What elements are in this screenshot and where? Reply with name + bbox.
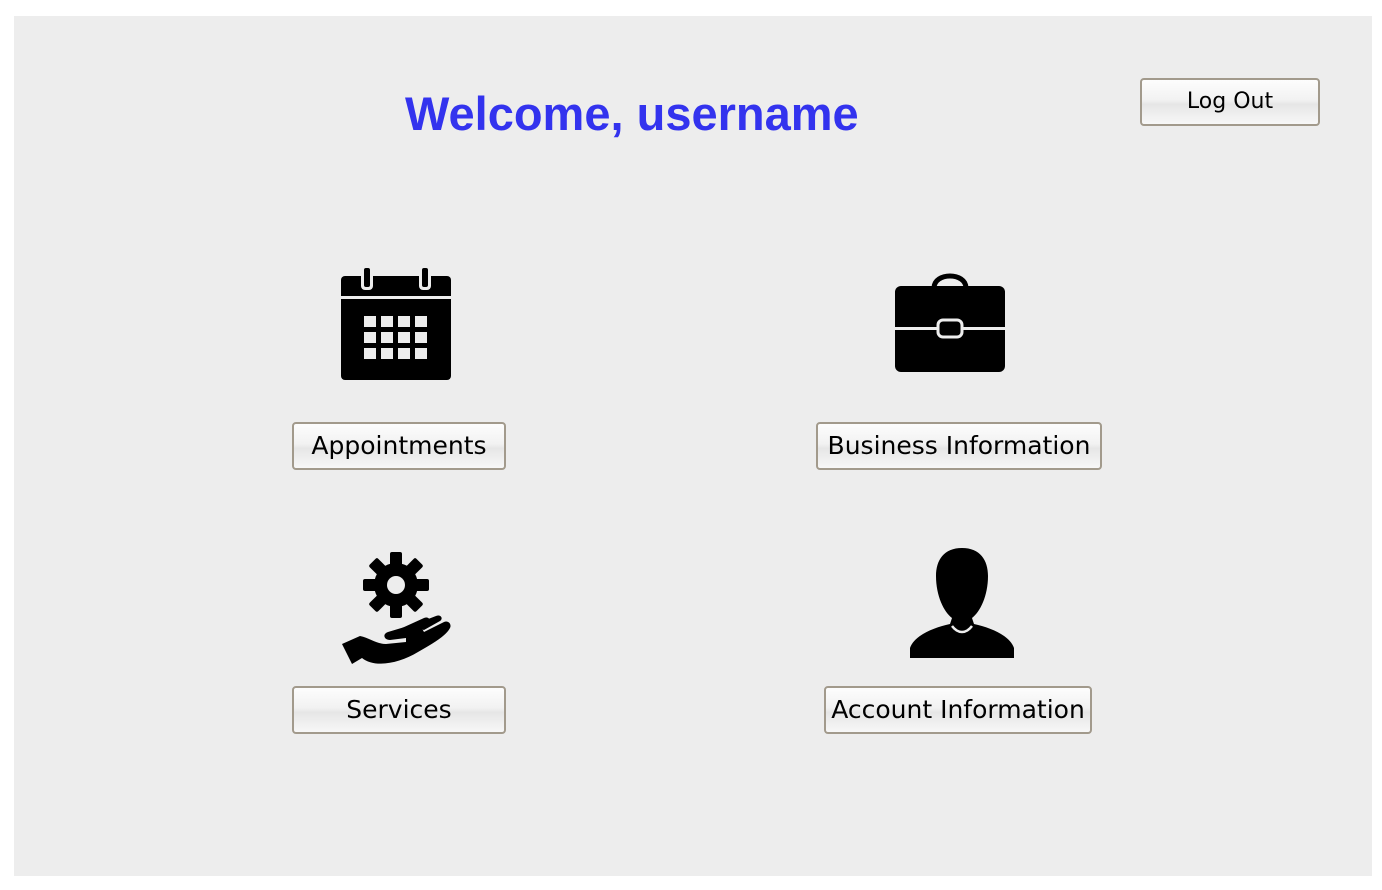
person-icon xyxy=(910,548,1014,658)
dashboard-window: Welcome, username Log Out Appointments B… xyxy=(14,16,1372,876)
welcome-title: Welcome, username xyxy=(405,87,859,140)
business-information-button[interactable]: Business Information xyxy=(816,422,1102,470)
account-information-button[interactable]: Account Information xyxy=(824,686,1092,734)
log-out-button[interactable]: Log Out xyxy=(1140,78,1320,126)
services-button[interactable]: Services xyxy=(292,686,506,734)
appointments-button[interactable]: Appointments xyxy=(292,422,506,470)
briefcase-icon xyxy=(895,273,1005,372)
calendar-icon xyxy=(341,266,451,380)
hand-gear-icon xyxy=(342,552,451,664)
